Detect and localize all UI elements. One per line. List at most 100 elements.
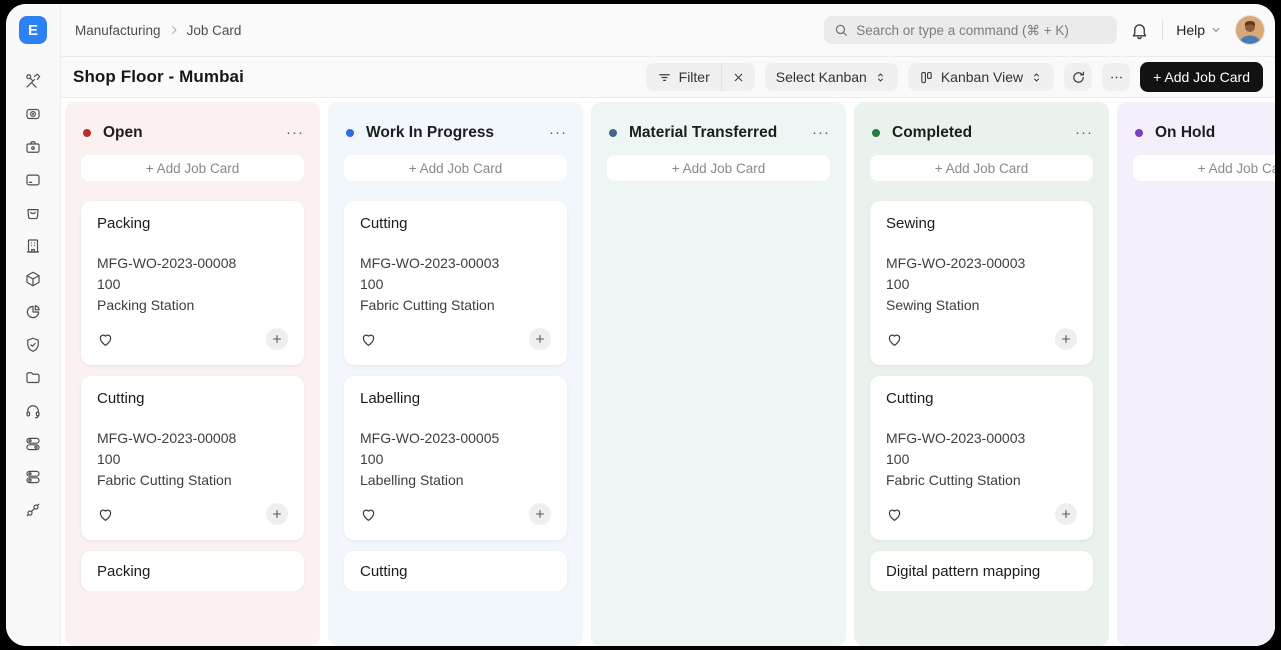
column-add-job-card-button[interactable]: + Add Job Card	[1133, 155, 1275, 181]
column-menu-button[interactable]: ···	[810, 125, 832, 140]
select-kanban-label: Select Kanban	[775, 69, 867, 85]
kanban-column: Work In Progress ··· + Add Job Card Cutt…	[328, 102, 583, 646]
breadcrumb-job-card[interactable]: Job Card	[187, 23, 242, 38]
column-title: Work In Progress	[366, 124, 495, 141]
breadcrumb-manufacturing[interactable]: Manufacturing	[75, 23, 161, 38]
job-card[interactable]: Packing MFG-WO-2023-00008 100 Packing St…	[81, 201, 304, 365]
wallet-icon[interactable]	[24, 171, 42, 189]
sidebar: E	[6, 4, 61, 646]
column-header: On Hold ···	[1117, 102, 1275, 142]
job-card-workstation: Labelling Station	[360, 472, 464, 488]
job-card-operation: Cutting	[97, 390, 145, 407]
column-add-job-card-button[interactable]: + Add Job Card	[607, 155, 830, 181]
job-card-workstation: Sewing Station	[886, 297, 980, 313]
job-card[interactable]: Cutting MFG-WO-2023-00003 100 Fabric Cut…	[870, 376, 1093, 540]
view-switcher-dropdown[interactable]: Kanban View	[907, 63, 1055, 91]
page-header: Shop Floor - Mumbai Filter Select Kanban	[61, 57, 1275, 98]
filter-button[interactable]: Filter	[646, 63, 721, 91]
card-plus-button[interactable]	[529, 503, 551, 525]
headset-icon[interactable]	[24, 402, 42, 420]
shopping-bag-icon[interactable]	[24, 204, 42, 222]
job-card-workstation: Fabric Cutting Station	[97, 472, 232, 488]
close-icon	[732, 71, 745, 84]
job-card-operation: Cutting	[360, 563, 408, 580]
pie-chart-icon[interactable]	[24, 303, 42, 321]
kanban-column: Open ··· + Add Job Card Packing MFG-WO-2…	[65, 102, 320, 646]
kanban-column: Material Transferred ··· + Add Job Card	[591, 102, 846, 646]
column-add-job-card-button[interactable]: + Add Job Card	[870, 155, 1093, 181]
column-title: Open	[103, 124, 143, 141]
erpnext-logo[interactable]: E	[19, 16, 47, 44]
camera-icon[interactable]	[24, 105, 42, 123]
help-label: Help	[1176, 22, 1205, 38]
add-job-card-button[interactable]: + Add Job Card	[1140, 62, 1263, 92]
shield-check-icon[interactable]	[24, 336, 42, 354]
refresh-button[interactable]	[1064, 63, 1093, 91]
column-menu-button[interactable]: ···	[284, 125, 306, 140]
job-card[interactable]: Cutting MFG-WO-2023-00008 100 Fabric Cut…	[81, 376, 304, 540]
kanban-column: On Hold ··· + Add Job Card	[1117, 102, 1275, 646]
card-plus-button[interactable]	[1055, 503, 1077, 525]
column-menu-button[interactable]: ···	[1073, 125, 1095, 140]
unfold-chevrons-icon	[874, 71, 887, 84]
kanban-column: Completed ··· + Add Job Card Sewing MFG-…	[854, 102, 1109, 646]
column-menu-button[interactable]: ···	[547, 125, 569, 140]
job-card-workstation: Fabric Cutting Station	[360, 297, 495, 313]
plug-icon[interactable]	[24, 501, 42, 519]
job-card-qty: 100	[886, 451, 910, 467]
select-kanban-dropdown[interactable]: Select Kanban	[764, 63, 898, 91]
heart-like-button[interactable]	[97, 331, 114, 348]
column-status-dot	[346, 129, 354, 137]
heart-like-button[interactable]	[360, 331, 377, 348]
tools-icon[interactable]	[24, 72, 42, 90]
job-card-operation: Digital pattern mapping	[886, 563, 1041, 580]
navbar: Manufacturing Job Card Help	[61, 4, 1275, 57]
card-plus-button[interactable]	[266, 503, 288, 525]
job-card[interactable]: Digital pattern mapping	[870, 551, 1093, 591]
refresh-icon	[1071, 70, 1086, 85]
heart-like-button[interactable]	[360, 506, 377, 523]
more-options-button[interactable]	[1102, 63, 1131, 91]
job-card-operation: Packing	[97, 215, 151, 232]
card-plus-button[interactable]	[266, 328, 288, 350]
navbar-divider	[1162, 19, 1164, 41]
column-cards: Sewing MFG-WO-2023-00003 100 Sewing Stat…	[854, 181, 1109, 591]
kanban-view-icon	[919, 70, 934, 85]
column-cards: Packing MFG-WO-2023-00008 100 Packing St…	[65, 181, 320, 591]
job-card[interactable]: Cutting MFG-WO-2023-00003 100 Fabric Cut…	[344, 201, 567, 365]
clear-filter-button[interactable]	[722, 63, 755, 91]
column-status-dot	[872, 129, 880, 137]
column-add-job-card-button[interactable]: + Add Job Card	[81, 155, 304, 181]
help-menu[interactable]: Help	[1176, 22, 1222, 38]
column-add-job-card-button[interactable]: + Add Job Card	[344, 155, 567, 181]
job-card-qty: 100	[360, 451, 384, 467]
toggles-icon[interactable]	[24, 468, 42, 486]
unfold-chevrons-icon	[1030, 71, 1043, 84]
card-plus-button[interactable]	[529, 328, 551, 350]
job-card-operation: Cutting	[360, 215, 408, 232]
job-card[interactable]: Cutting	[344, 551, 567, 591]
job-card-qty: 100	[97, 276, 121, 292]
folder-icon[interactable]	[24, 369, 42, 387]
heart-like-button[interactable]	[886, 331, 903, 348]
search-input[interactable]	[856, 22, 1108, 38]
user-avatar[interactable]	[1235, 15, 1265, 45]
job-card[interactable]: Labelling MFG-WO-2023-00005 100 Labellin…	[344, 376, 567, 540]
job-card[interactable]: Packing	[81, 551, 304, 591]
tool-bag-icon[interactable]	[24, 138, 42, 156]
column-header: Material Transferred ···	[591, 102, 846, 142]
heart-like-button[interactable]	[97, 506, 114, 523]
building-icon[interactable]	[24, 237, 42, 255]
package-icon[interactable]	[24, 270, 42, 288]
job-card-operation: Sewing	[886, 215, 936, 232]
column-status-dot	[1135, 129, 1143, 137]
column-cards	[1117, 181, 1275, 201]
card-plus-button[interactable]	[1055, 328, 1077, 350]
global-search[interactable]	[824, 16, 1118, 44]
toggles-icon[interactable]	[24, 435, 42, 453]
column-status-dot	[83, 129, 91, 137]
job-card[interactable]: Sewing MFG-WO-2023-00003 100 Sewing Stat…	[870, 201, 1093, 365]
notifications-bell-icon[interactable]	[1130, 21, 1149, 40]
job-card-operation: Labelling	[360, 390, 421, 407]
heart-like-button[interactable]	[886, 506, 903, 523]
